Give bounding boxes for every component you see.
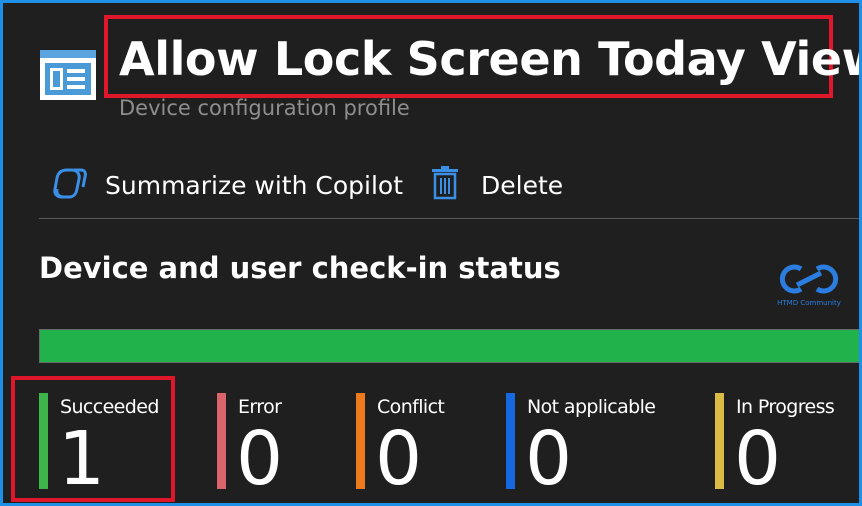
stat-error-value: 0 (236, 416, 284, 502)
stat-in-progress-value: 0 (734, 416, 782, 502)
page-subtitle: Device configuration profile (119, 96, 410, 120)
copilot-icon (53, 167, 105, 203)
summarize-with-copilot-label: Summarize with Copilot (105, 170, 404, 200)
stat-succeeded-value: 1 (58, 416, 106, 502)
profile-icon (39, 49, 97, 105)
checkin-progress-bar (39, 329, 859, 363)
stat-error-color-bar (217, 393, 226, 489)
stat-conflict-value: 0 (375, 416, 423, 502)
htmd-logo: HTMD Community (773, 263, 845, 307)
toolbar-divider (39, 218, 859, 219)
trash-icon (431, 166, 481, 204)
section-title: Device and user check-in status (39, 251, 561, 285)
stat-conflict-color-bar (356, 393, 365, 489)
delete-label: Delete (481, 170, 564, 200)
stat-succeeded-color-bar (39, 393, 48, 489)
app-frame: Allow Lock Screen Today View Device conf… (0, 0, 862, 506)
htmd-logo-icon (779, 264, 839, 294)
progress-fill-succeeded (40, 330, 859, 362)
delete-button[interactable]: Delete (431, 163, 563, 207)
stat-not-applicable-color-bar (506, 393, 515, 489)
page-title: Allow Lock Screen Today View (119, 32, 862, 86)
htmd-logo-text: HTMD Community (777, 299, 841, 307)
stat-in-progress-color-bar (715, 393, 724, 489)
summarize-with-copilot-button[interactable]: Summarize with Copilot (53, 163, 403, 207)
stat-not-applicable-value: 0 (525, 416, 573, 502)
